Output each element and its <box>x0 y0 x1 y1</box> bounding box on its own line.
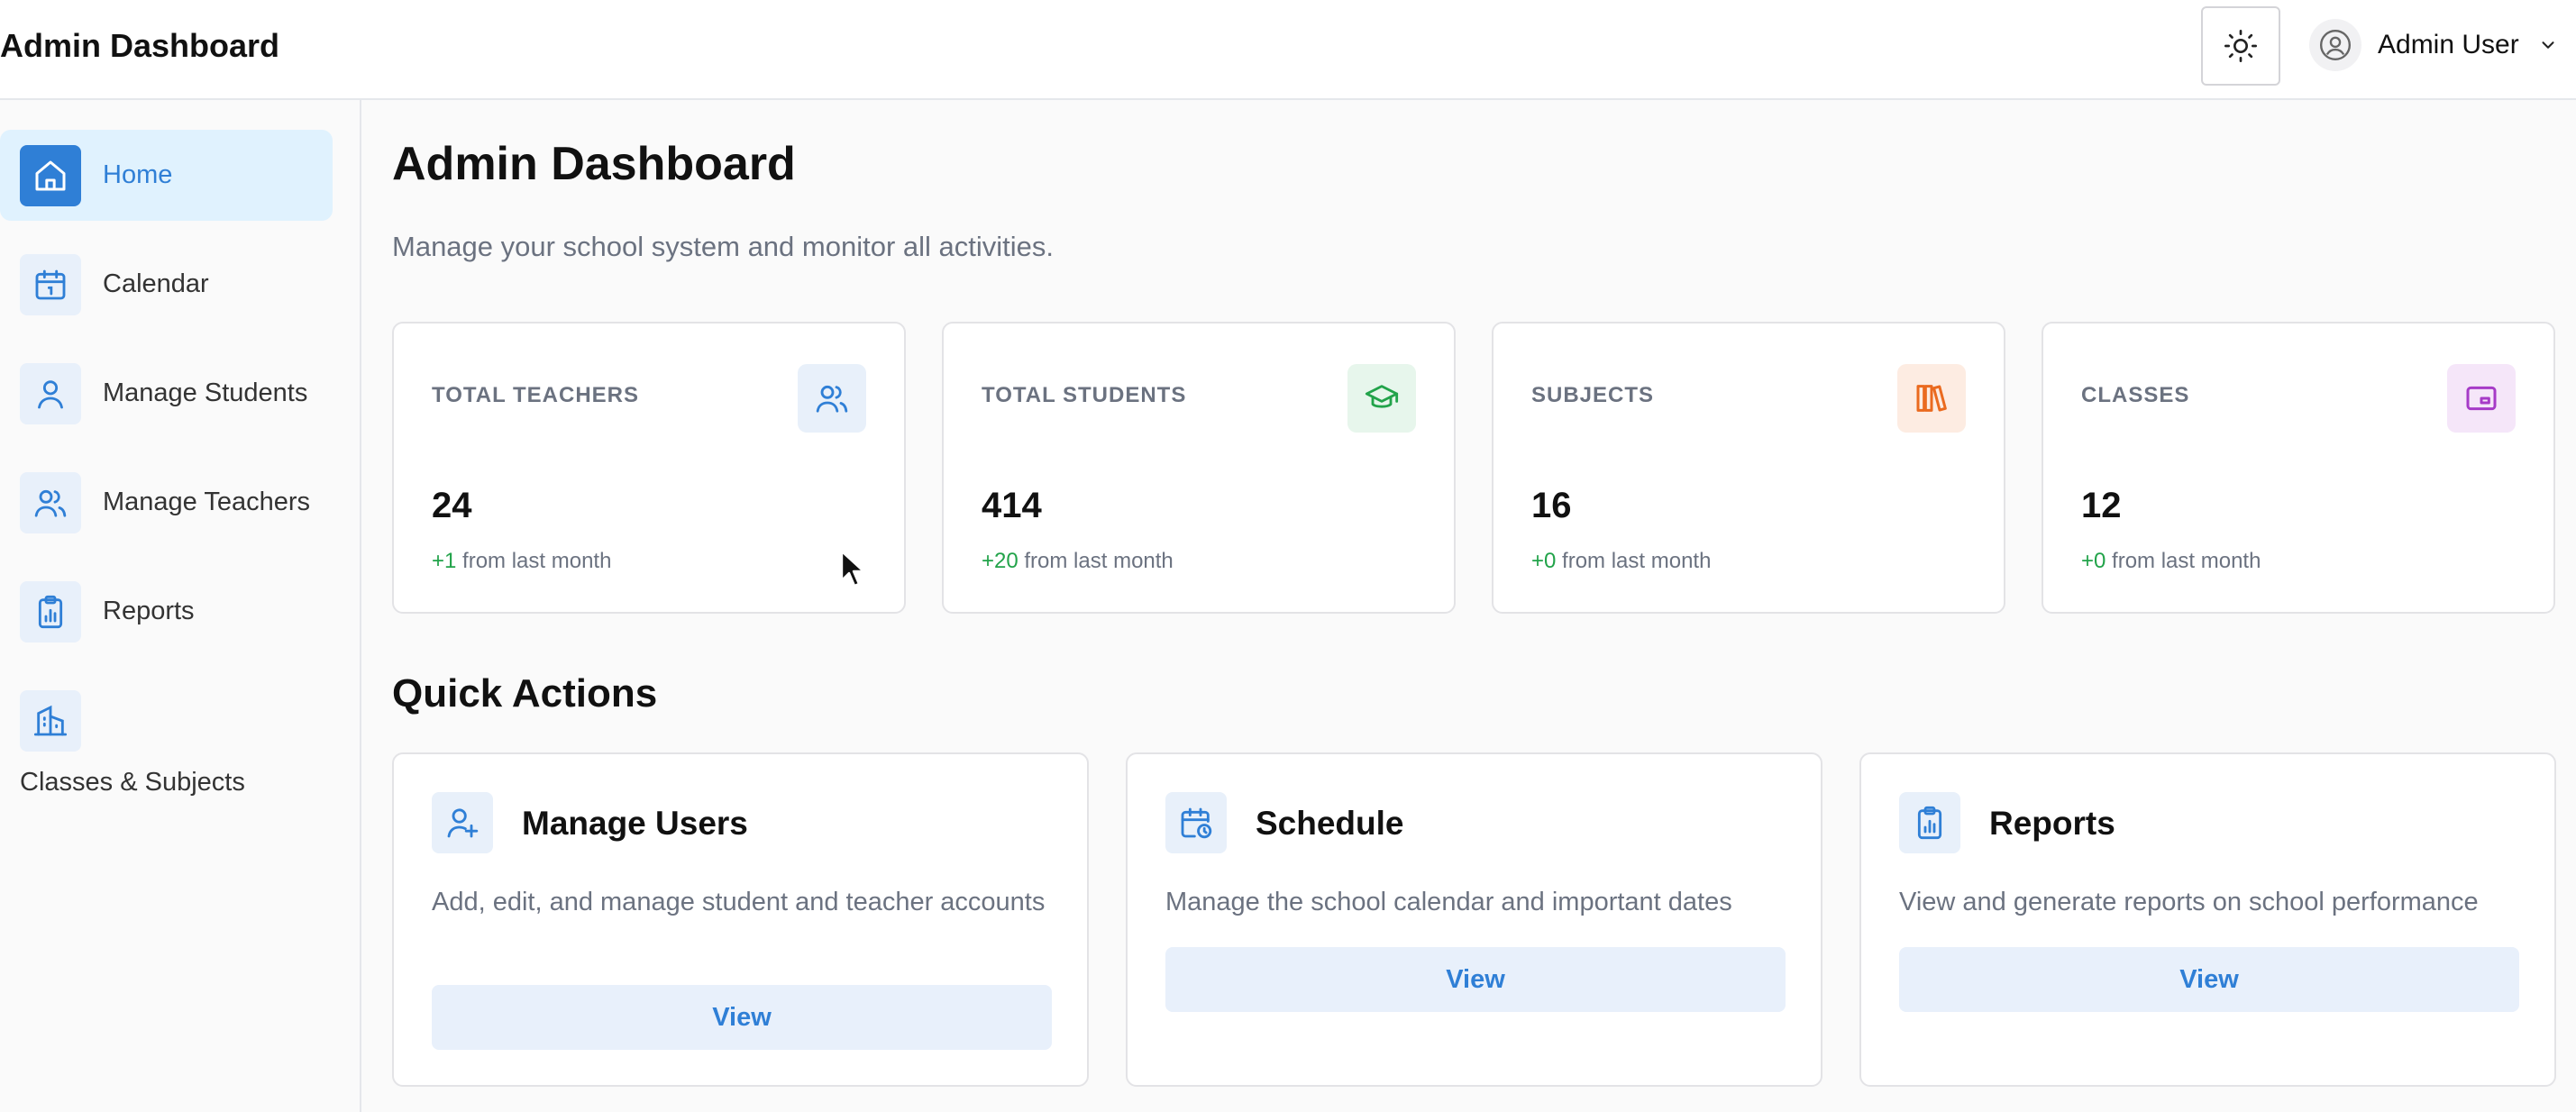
sidebar-item-calendar[interactable]: Calendar <box>0 239 333 330</box>
sidebar-item-label: Manage Teachers <box>103 488 311 516</box>
stat-label: SUBJECTS <box>1531 383 1655 407</box>
stat-change: +1 from last month <box>432 549 612 573</box>
sidebar-item-manage-teachers[interactable]: Manage Teachers <box>0 457 333 548</box>
stat-change: +0 from last month <box>2081 549 2261 573</box>
sidebar-item-reports[interactable]: Reports <box>0 566 333 657</box>
calendar-icon <box>20 253 81 315</box>
stat-card-teachers: TOTAL TEACHERS 24 +1 from last month <box>392 322 906 614</box>
user-circle-icon <box>2318 28 2352 62</box>
stat-label: CLASSES <box>2081 383 2190 407</box>
stat-label: TOTAL STUDENTS <box>982 383 1187 407</box>
reports-view-button[interactable]: View <box>1899 947 2519 1012</box>
quick-actions-title: Quick Actions <box>392 671 658 716</box>
sidebar-item-label: Manage Students <box>103 378 308 407</box>
schedule-view-button[interactable]: View <box>1165 947 1786 1012</box>
sidebar-item-label: Reports <box>103 597 195 625</box>
action-card-schedule: Schedule Manage the school calendar and … <box>1126 752 1822 1087</box>
presentation-icon <box>2447 364 2516 433</box>
action-title: Schedule <box>1256 805 1404 842</box>
stat-card-students: TOTAL STUDENTS 414 +20 from last month <box>942 322 1456 614</box>
action-card-reports: Reports View and generate reports on sch… <box>1859 752 2556 1087</box>
sidebar-item-home[interactable]: Home <box>0 130 333 221</box>
user-plus-icon <box>432 792 493 853</box>
stat-label: TOTAL TEACHERS <box>432 383 640 407</box>
sidebar-item-manage-students[interactable]: Manage Students <box>0 348 333 439</box>
stat-value: 24 <box>432 486 472 525</box>
building-icon <box>20 690 81 752</box>
manage-users-view-button[interactable]: View <box>432 985 1052 1050</box>
action-description: Manage the school calendar and important… <box>1165 888 1732 916</box>
sidebar-item-label: Calendar <box>103 269 209 298</box>
stat-value: 12 <box>2081 486 2122 525</box>
action-description: View and generate reports on school perf… <box>1899 888 2479 916</box>
home-icon <box>20 144 81 206</box>
sidebar-item-label: Home <box>103 160 173 189</box>
mouse-cursor-icon <box>840 550 867 589</box>
sidebar-item-classes-subjects[interactable]: Classes & Subjects <box>0 690 333 825</box>
app-title: Admin Dashboard <box>0 27 280 64</box>
action-description: Add, edit, and manage student and teache… <box>432 888 1046 916</box>
stat-value: 16 <box>1531 486 1572 525</box>
books-icon <box>1897 364 1966 433</box>
stat-change: +20 from last month <box>982 549 1174 573</box>
avatar <box>2309 19 2361 71</box>
user-icon <box>20 362 81 424</box>
sidebar: Home Calendar Manage Students Manage Tea… <box>0 100 361 1112</box>
chevron-down-icon <box>2535 32 2561 58</box>
stat-card-subjects: SUBJECTS 16 +0 from last month <box>1492 322 2005 614</box>
users-icon <box>20 471 81 533</box>
action-card-manage-users: Manage Users Add, edit, and manage stude… <box>392 752 1089 1087</box>
user-name: Admin User <box>2378 30 2519 59</box>
theme-toggle-button[interactable] <box>2201 6 2280 86</box>
user-menu[interactable]: Admin User <box>2309 16 2561 74</box>
sidebar-item-label: Classes & Subjects <box>20 768 245 797</box>
users-icon <box>798 364 866 433</box>
graduation-cap-icon <box>1347 364 1416 433</box>
clipboard-chart-icon <box>20 580 81 643</box>
page-title: Admin Dashboard <box>392 138 796 190</box>
sun-icon <box>2223 28 2259 64</box>
action-title: Manage Users <box>522 805 748 842</box>
page-subtitle: Manage your school system and monitor al… <box>392 231 1054 262</box>
clipboard-chart-icon <box>1899 792 1960 853</box>
stat-value: 414 <box>982 486 1042 525</box>
action-title: Reports <box>1989 805 2115 842</box>
top-header: Admin Dashboard Admin User <box>0 0 2576 100</box>
calendar-clock-icon <box>1165 792 1227 853</box>
stat-change: +0 from last month <box>1531 549 1712 573</box>
stat-card-classes: CLASSES 12 +0 from last month <box>2042 322 2555 614</box>
